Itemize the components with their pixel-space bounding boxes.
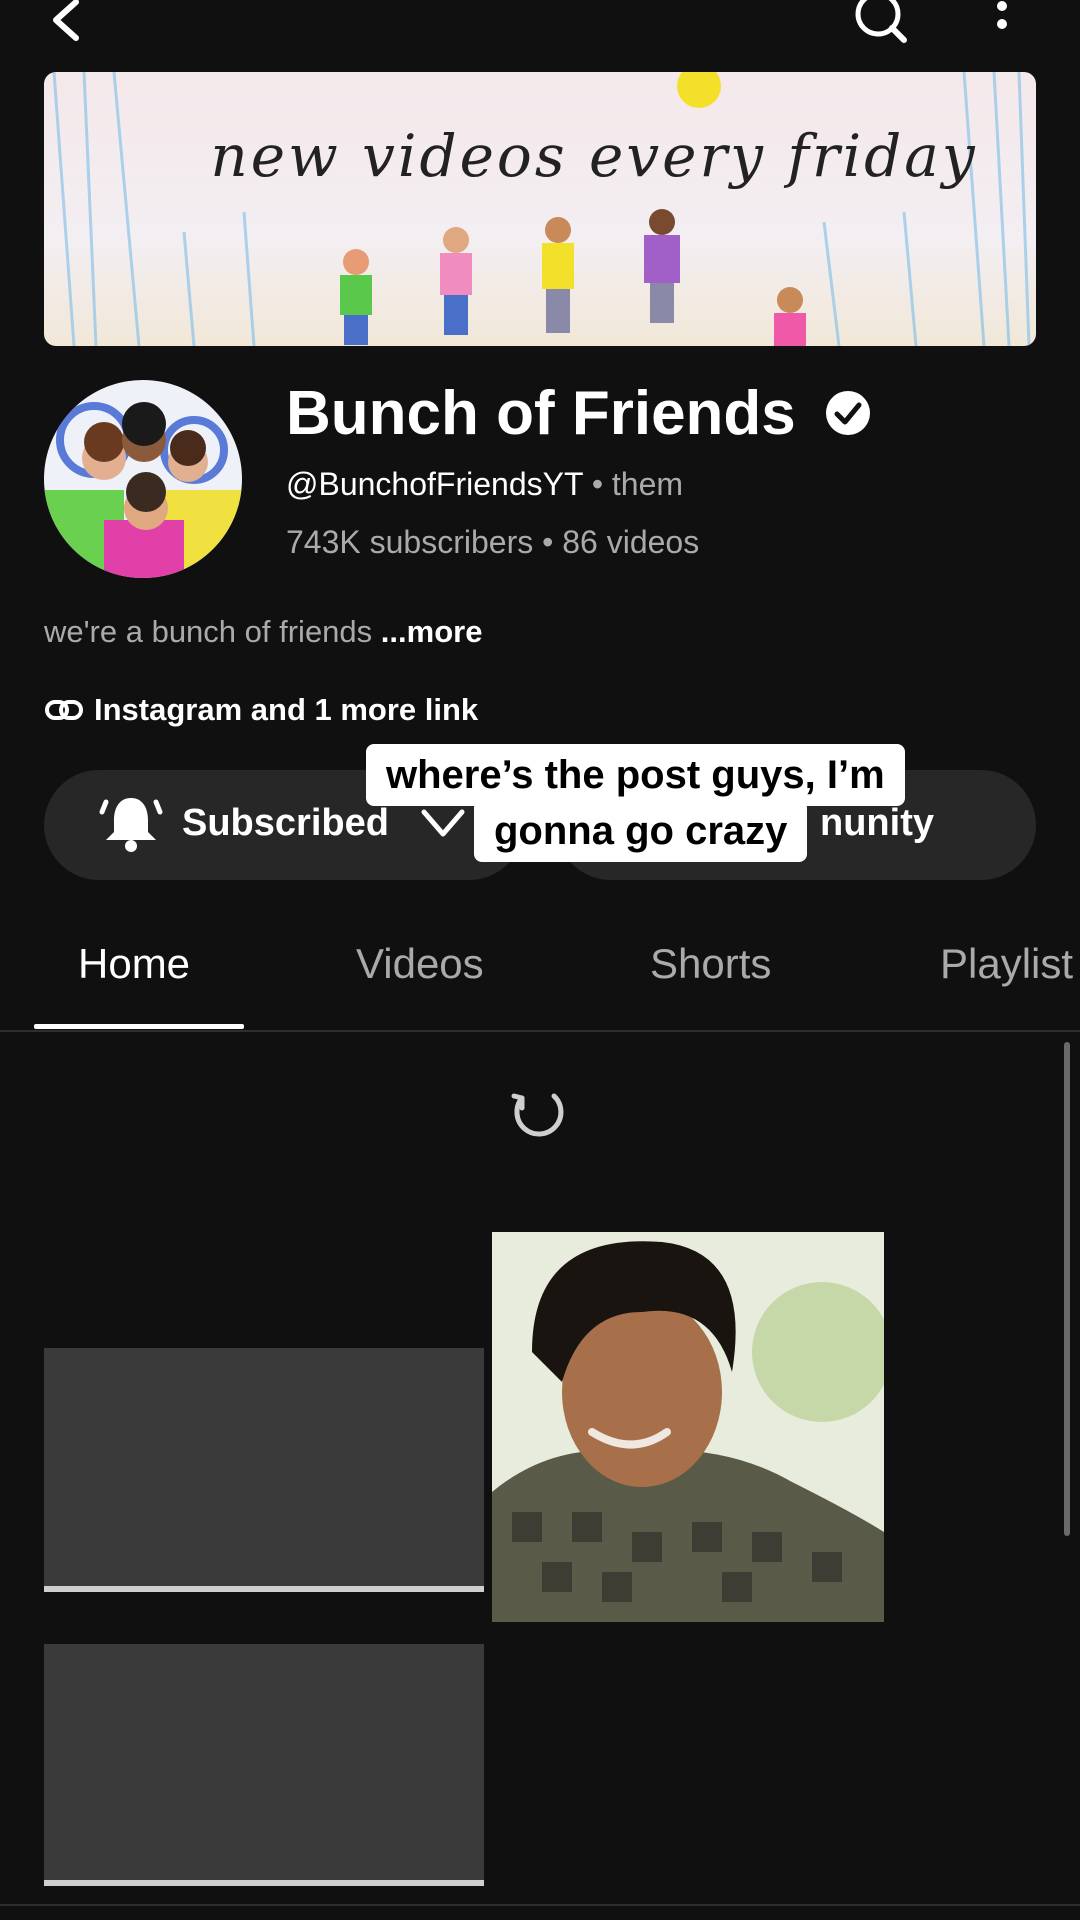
subscriber-count: 743K subscribers (286, 524, 534, 560)
watch-progress-bar (44, 1880, 484, 1886)
banner-drawing (52, 72, 1031, 346)
separator-dot: • (542, 524, 563, 560)
video-thumbnail-placeholder[interactable] (44, 1348, 484, 1588)
channel-links[interactable]: Instagram and 1 more link (44, 692, 478, 728)
chevron-down-icon (421, 809, 465, 837)
separator-dot: • (591, 466, 612, 502)
channel-name: Bunch of Friends (286, 379, 796, 448)
channel-banner: new videos every friday (44, 72, 1036, 346)
tab-shorts[interactable]: Shorts (650, 940, 771, 988)
active-tab-indicator (34, 1024, 244, 1029)
community-label: nunity (820, 802, 934, 844)
bell-icon (99, 798, 163, 852)
video-thumbnail[interactable] (492, 1232, 884, 1622)
watch-progress-bar (44, 1586, 484, 1592)
banner-text: new videos every friday (210, 122, 978, 190)
channel-description[interactable]: we're a bunch of friends ...more (44, 614, 482, 650)
caption-line-2: gonna go crazy (474, 800, 808, 862)
tabs-divider (0, 1030, 1080, 1032)
channel-handle-line: @BunchofFriendsYT • them (286, 466, 683, 503)
caption-line-1: where’s the post guys, I’m (366, 744, 905, 806)
search-icon[interactable] (850, 0, 912, 44)
back-arrow-icon[interactable] (40, 0, 96, 44)
video-thumbnail-placeholder[interactable] (44, 1644, 484, 1882)
description-text: we're a bunch of friends (44, 614, 373, 649)
video-count: 86 videos (562, 524, 700, 560)
tab-videos[interactable]: Videos (356, 940, 484, 988)
channel-pronouns: them (611, 466, 684, 502)
tab-home[interactable]: Home (78, 940, 190, 988)
more-options-icon[interactable] (986, 0, 1018, 44)
links-label: Instagram and 1 more link (94, 692, 479, 727)
tab-playlists[interactable]: Playlist (940, 940, 1073, 988)
avatar-photo (44, 402, 242, 578)
more-link[interactable]: ...more (381, 614, 483, 649)
bottom-divider (0, 1904, 1080, 1906)
channel-handle: @BunchofFriendsYT (286, 466, 583, 502)
verified-checkmark-icon (826, 391, 870, 435)
subscribed-label: Subscribed (182, 802, 389, 844)
link-icon (45, 700, 83, 720)
loading-spinner-icon (511, 1093, 564, 1137)
channel-stats: 743K subscribers • 86 videos (286, 524, 699, 561)
channel-avatar[interactable] (44, 380, 242, 578)
scrollbar[interactable] (1064, 1042, 1070, 1536)
person-photo (492, 1232, 884, 1622)
